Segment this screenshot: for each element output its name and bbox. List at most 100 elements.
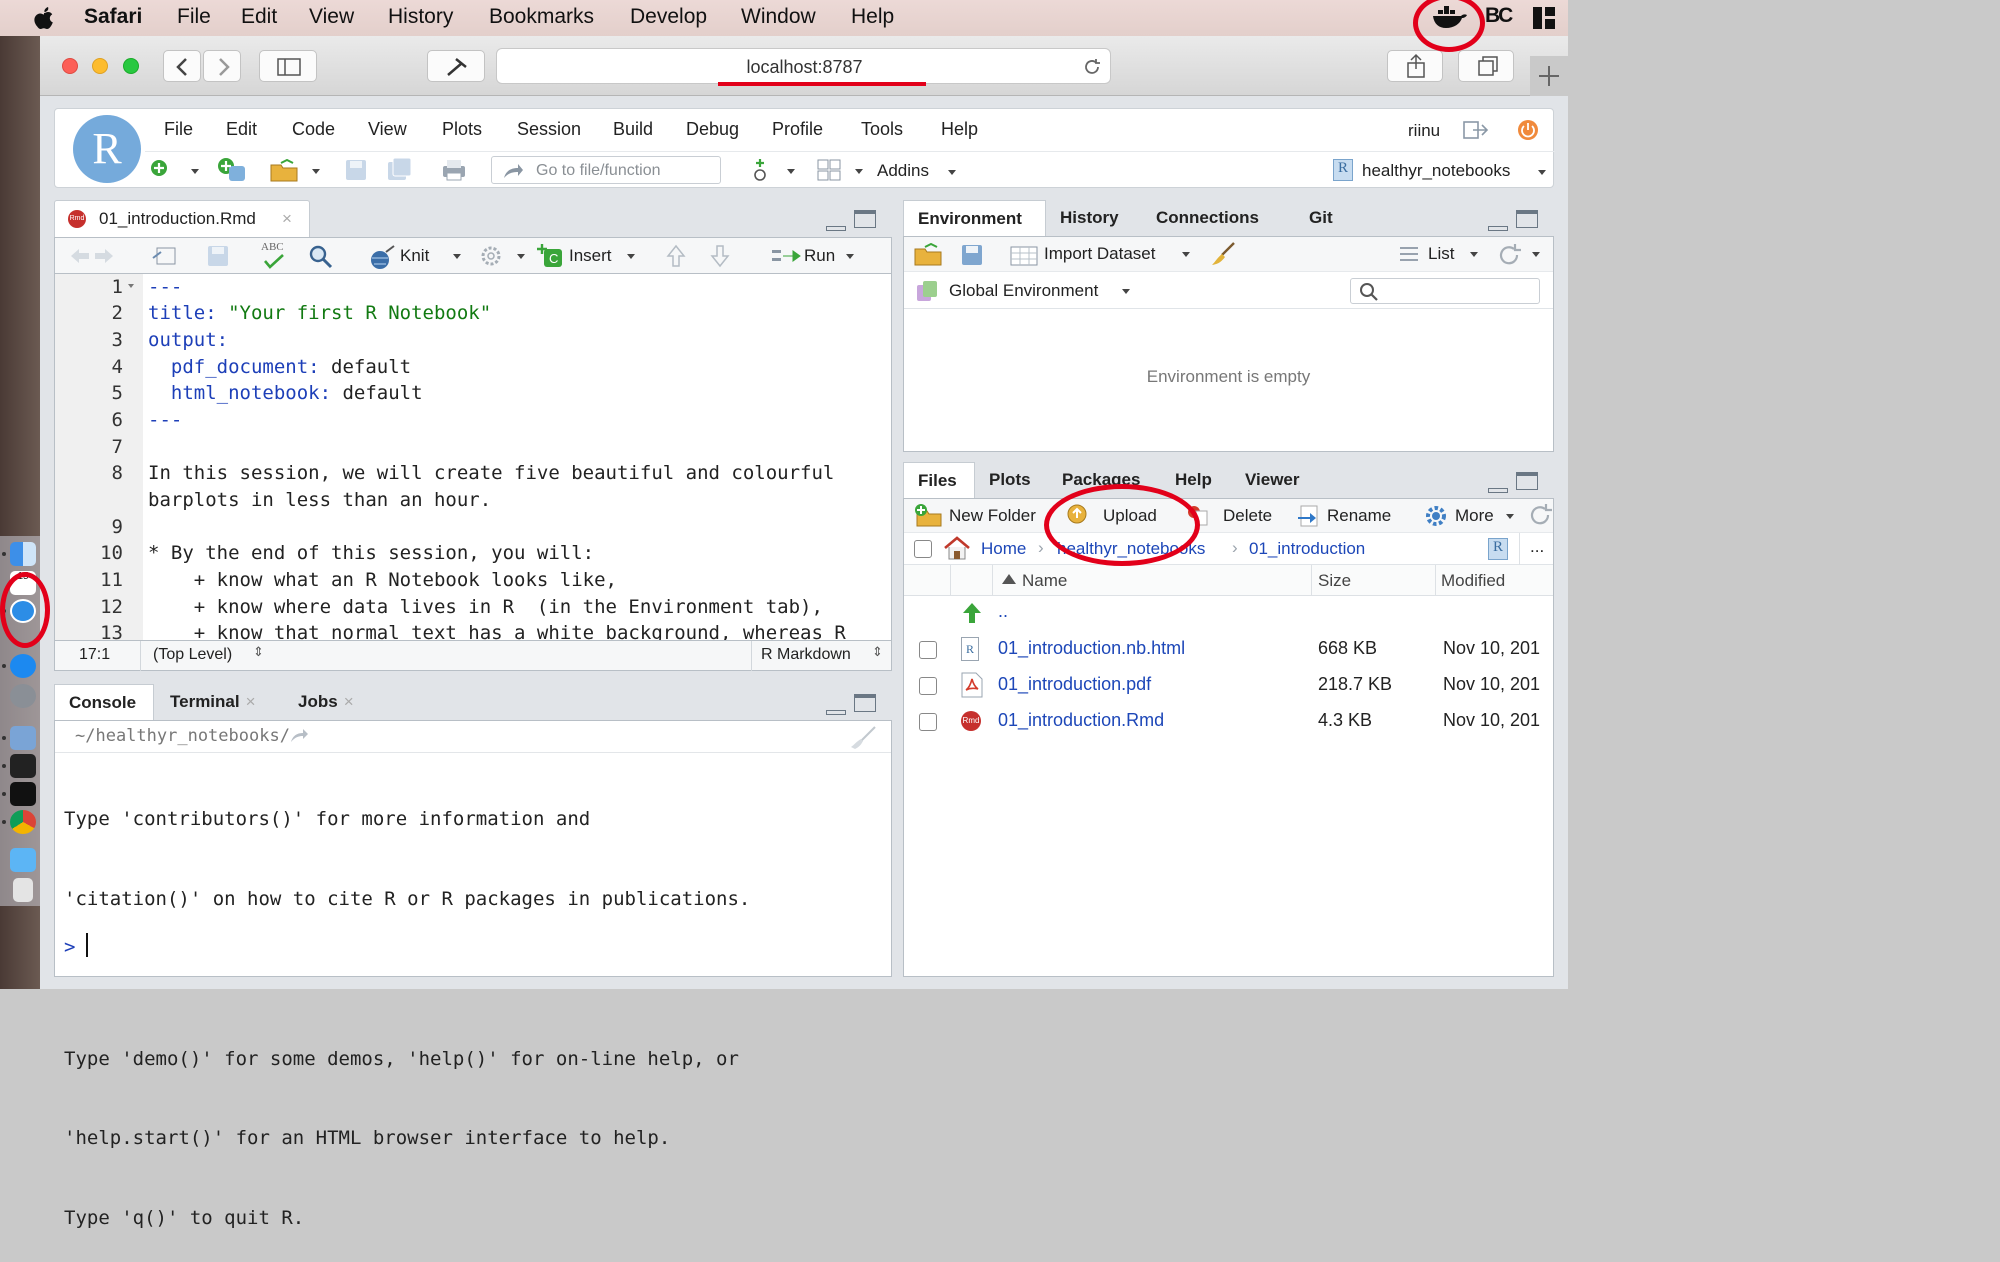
- menubar-item-bookmarks[interactable]: Bookmarks: [489, 5, 594, 29]
- rs-menu-session[interactable]: Session: [517, 119, 581, 140]
- docker-whale-icon[interactable]: [1432, 6, 1468, 30]
- column-modified[interactable]: Modified: [1441, 571, 1505, 591]
- new-folder-button[interactable]: New Folder: [949, 506, 1036, 526]
- back-arrow-icon[interactable]: [69, 246, 115, 266]
- open-folder-icon[interactable]: [269, 159, 301, 183]
- file-checkbox[interactable]: [919, 713, 937, 731]
- knit-button[interactable]: Knit: [400, 246, 429, 266]
- tab-viewer[interactable]: Viewer: [1231, 462, 1314, 498]
- addins-menu[interactable]: Addins: [877, 161, 929, 181]
- sidebar-toggle-button[interactable]: [259, 50, 317, 82]
- rs-menu-tools[interactable]: Tools: [861, 119, 903, 140]
- calendar-icon[interactable]: 15: [10, 571, 36, 595]
- menubar-bc-status[interactable]: BC: [1485, 4, 1513, 28]
- tab-git[interactable]: Git: [1295, 200, 1347, 236]
- breadcrumb-home[interactable]: Home: [981, 539, 1026, 559]
- fold-arrow-icon[interactable]: [128, 284, 134, 288]
- delete-icon[interactable]: [1187, 505, 1209, 527]
- save-all-icon[interactable]: [387, 157, 413, 183]
- spellcheck-icon[interactable]: ABC: [259, 241, 289, 271]
- power-icon[interactable]: [1517, 119, 1539, 141]
- run-button[interactable]: Run: [804, 246, 835, 266]
- window-layout-icon[interactable]: [1532, 6, 1556, 30]
- show-in-window-icon[interactable]: [151, 244, 177, 268]
- column-name[interactable]: Name: [1022, 571, 1067, 591]
- develop-tools-button[interactable]: [427, 50, 485, 82]
- import-dataset-button[interactable]: Import Dataset: [1044, 244, 1156, 264]
- editor-minmax[interactable]: [826, 206, 886, 236]
- new-tab-button[interactable]: [1530, 56, 1568, 96]
- editor-tab[interactable]: Rmd 01_introduction.Rmd ×: [54, 200, 310, 238]
- env-minmax[interactable]: [1488, 206, 1548, 236]
- url-text[interactable]: localhost:8787: [497, 57, 1112, 78]
- load-workspace-icon[interactable]: [913, 243, 945, 267]
- chrome-icon[interactable]: [10, 810, 36, 834]
- rs-menu-view[interactable]: View: [368, 119, 407, 140]
- rename-icon[interactable]: [1297, 505, 1321, 527]
- clear-broom-icon[interactable]: [1210, 241, 1236, 267]
- rs-menu-help[interactable]: Help: [941, 119, 978, 140]
- breadcrumb-more-button[interactable]: ...: [1530, 537, 1544, 557]
- menubar-item-help[interactable]: Help: [851, 5, 894, 29]
- close-jobs-icon[interactable]: ×: [344, 692, 354, 711]
- tab-jobs[interactable]: Jobs ×: [284, 684, 368, 720]
- import-dataset-icon[interactable]: [1010, 244, 1038, 266]
- home-icon[interactable]: [943, 536, 971, 560]
- system-preferences-icon[interactable]: [10, 684, 36, 708]
- console-body[interactable]: ~/healthyr_notebooks/ Type 'contributors…: [54, 720, 892, 1229]
- close-window-button[interactable]: [62, 58, 78, 74]
- tab-plots[interactable]: Plots: [975, 462, 1045, 498]
- menubar-item-edit[interactable]: Edit: [241, 5, 277, 29]
- delete-button[interactable]: Delete: [1223, 506, 1272, 526]
- rs-menu-file[interactable]: File: [164, 119, 193, 140]
- minimize-window-button[interactable]: [92, 58, 108, 74]
- tab-files[interactable]: Files: [903, 462, 975, 498]
- breadcrumb-folder[interactable]: 01_introduction: [1249, 539, 1365, 559]
- run-icon[interactable]: [771, 246, 801, 266]
- safari-icon[interactable]: [10, 599, 36, 623]
- column-size[interactable]: Size: [1318, 571, 1351, 591]
- save-workspace-icon[interactable]: [961, 244, 983, 266]
- run-sweave-icon[interactable]: [751, 157, 769, 183]
- env-search-input[interactable]: [1350, 278, 1540, 304]
- apple-icon[interactable]: [33, 6, 55, 30]
- code-editor[interactable]: 1 2 3 4 5 6 7 8 9 10 11 12 13 --- title:…: [54, 273, 892, 641]
- scope-selector[interactable]: (Top Level): [153, 646, 232, 664]
- select-all-checkbox[interactable]: [914, 540, 932, 558]
- folder-icon[interactable]: [10, 848, 36, 872]
- rs-menu-code[interactable]: Code: [292, 119, 335, 140]
- tab-connections[interactable]: Connections: [1142, 200, 1273, 236]
- tabs-overview-button[interactable]: [1458, 50, 1514, 82]
- new-project-icon[interactable]: [217, 157, 247, 183]
- file-name-link[interactable]: 01_introduction.Rmd: [998, 710, 1164, 731]
- rs-menu-profile[interactable]: Profile: [772, 119, 823, 140]
- rename-button[interactable]: Rename: [1327, 506, 1391, 526]
- insert-button[interactable]: Insert: [569, 246, 612, 266]
- zoom-window-button[interactable]: [123, 58, 139, 74]
- menubar-item-history[interactable]: History: [388, 5, 453, 29]
- find-icon[interactable]: [309, 245, 333, 269]
- refresh-files-icon[interactable]: [1528, 503, 1554, 527]
- file-name-link[interactable]: 01_introduction.pdf: [998, 674, 1151, 695]
- rs-menu-plots[interactable]: Plots: [442, 119, 482, 140]
- env-scope-selector[interactable]: Global Environment: [949, 281, 1098, 301]
- file-row[interactable]: Rmd 01_introduction.Rmd 4.3 KB Nov 10, 2…: [904, 705, 1549, 741]
- new-file-icon[interactable]: [150, 159, 172, 181]
- terminal-icon[interactable]: [10, 782, 36, 806]
- files-minmax[interactable]: [1488, 468, 1548, 498]
- menubar-item-file[interactable]: File: [177, 5, 211, 29]
- share-button[interactable]: [1387, 50, 1443, 82]
- more-gear-icon[interactable]: [1424, 504, 1448, 528]
- tab-history[interactable]: History: [1046, 200, 1133, 236]
- close-terminal-icon[interactable]: ×: [246, 692, 256, 711]
- back-button[interactable]: [163, 50, 201, 82]
- go-to-project-icon[interactable]: R: [1488, 538, 1508, 560]
- next-chunk-icon[interactable]: [710, 244, 730, 268]
- file-checkbox[interactable]: [919, 677, 937, 695]
- new-folder-icon[interactable]: [913, 503, 945, 527]
- more-button[interactable]: More: [1455, 506, 1494, 526]
- address-bar[interactable]: localhost:8787: [496, 48, 1111, 84]
- trash-icon[interactable]: [13, 878, 33, 902]
- close-tab-icon[interactable]: ×: [282, 209, 292, 229]
- rs-menu-debug[interactable]: Debug: [686, 119, 739, 140]
